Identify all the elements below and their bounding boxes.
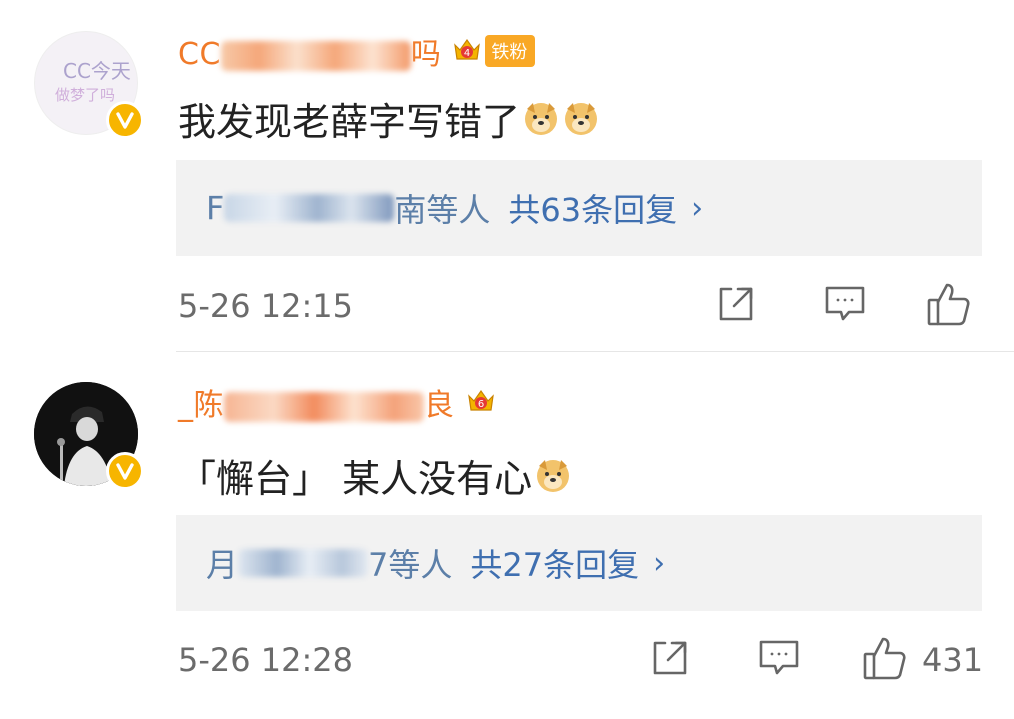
reply-count-link[interactable]: 共63条回复 xyxy=(508,185,677,231)
reply-names: 月 7等人 xyxy=(206,540,452,586)
chevron-right-icon: › xyxy=(653,545,666,581)
username-prefix: CC xyxy=(178,37,221,72)
username-redacted xyxy=(224,391,424,422)
doge-emoji-icon xyxy=(534,456,572,494)
reply-names-redacted xyxy=(224,194,395,222)
reply-names-suffix: 7等人 xyxy=(368,546,453,584)
comment-text: 我发现老薛字写错了 xyxy=(178,90,600,146)
reply-names-suffix: 南等人 xyxy=(394,191,491,229)
reply-summary[interactable]: 月 7等人 共27条回复 › xyxy=(176,515,982,611)
username-suffix: 吗 xyxy=(410,37,442,72)
comment-button[interactable] xyxy=(758,635,800,685)
reply-names-prefix: F xyxy=(206,189,225,227)
like-button[interactable]: 431 xyxy=(862,635,983,685)
chevron-right-icon: › xyxy=(691,190,704,226)
comment-meta: 5-26 12:15 xyxy=(178,281,353,331)
thumbs-up-icon xyxy=(926,281,972,331)
reply-names-prefix: 月 xyxy=(206,546,239,584)
reply-names: F 南等人 xyxy=(206,185,490,231)
verified-badge-icon xyxy=(106,452,144,490)
comment-icon xyxy=(758,638,800,682)
share-button[interactable] xyxy=(650,635,690,685)
username-text: CC 吗 xyxy=(178,29,441,73)
avatar[interactable]: CC今天 做梦了吗 xyxy=(34,31,144,139)
comment-item: _陈 良 6 「懈台」 某人没有心 月 7等人 共27条回复 › 5-26 12:2… xyxy=(0,352,1014,719)
doge-emoji-icon xyxy=(522,99,560,137)
doge-emoji-icon xyxy=(562,99,600,137)
thumbs-up-icon xyxy=(862,635,908,685)
reply-count-link[interactable]: 共27条回复 xyxy=(470,540,639,586)
like-button[interactable] xyxy=(926,281,986,331)
username-text: _陈 良 xyxy=(178,380,455,424)
verified-badge-icon xyxy=(106,101,144,139)
share-icon xyxy=(716,284,756,328)
username[interactable]: _陈 良 6 xyxy=(178,379,497,425)
comment-button[interactable] xyxy=(824,281,866,331)
svg-text:6: 6 xyxy=(477,399,483,410)
comment-text: 「懈台」 某人没有心 xyxy=(178,447,572,503)
reply-summary[interactable]: F 南等人 共63条回复 › xyxy=(176,160,982,256)
comment-text-body: 「懈台」 某人没有心 xyxy=(178,456,533,501)
comment-item: CC今天 做梦了吗 CC 吗 4 铁粉 我发现老薛字写错了 F 南等人 共63条… xyxy=(0,0,1014,352)
username-suffix: 良 xyxy=(424,388,455,423)
username-redacted xyxy=(220,40,411,71)
fan-badge[interactable]: 铁粉 xyxy=(485,35,536,67)
share-button[interactable] xyxy=(716,281,756,331)
crown-icon: 4 xyxy=(451,35,483,67)
svg-text:CC今天: CC今天 xyxy=(63,59,131,83)
timestamp: 5-26 12:15 xyxy=(178,287,354,325)
comment-text-body: 我发现老薛字写错了 xyxy=(178,99,521,144)
username-prefix: _陈 xyxy=(178,388,224,423)
avatar[interactable] xyxy=(34,382,144,490)
svg-text:4: 4 xyxy=(464,48,470,59)
username[interactable]: CC 吗 4 铁粉 xyxy=(178,28,536,74)
share-icon xyxy=(650,638,690,682)
reply-names-redacted xyxy=(238,549,369,577)
like-count: 431 xyxy=(922,641,984,679)
svg-text:做梦了吗: 做梦了吗 xyxy=(55,86,115,104)
comment-meta: 5-26 12:28 xyxy=(178,635,353,685)
timestamp: 5-26 12:28 xyxy=(178,641,354,679)
comment-icon xyxy=(824,284,866,328)
crown-icon: 6 xyxy=(465,386,497,418)
